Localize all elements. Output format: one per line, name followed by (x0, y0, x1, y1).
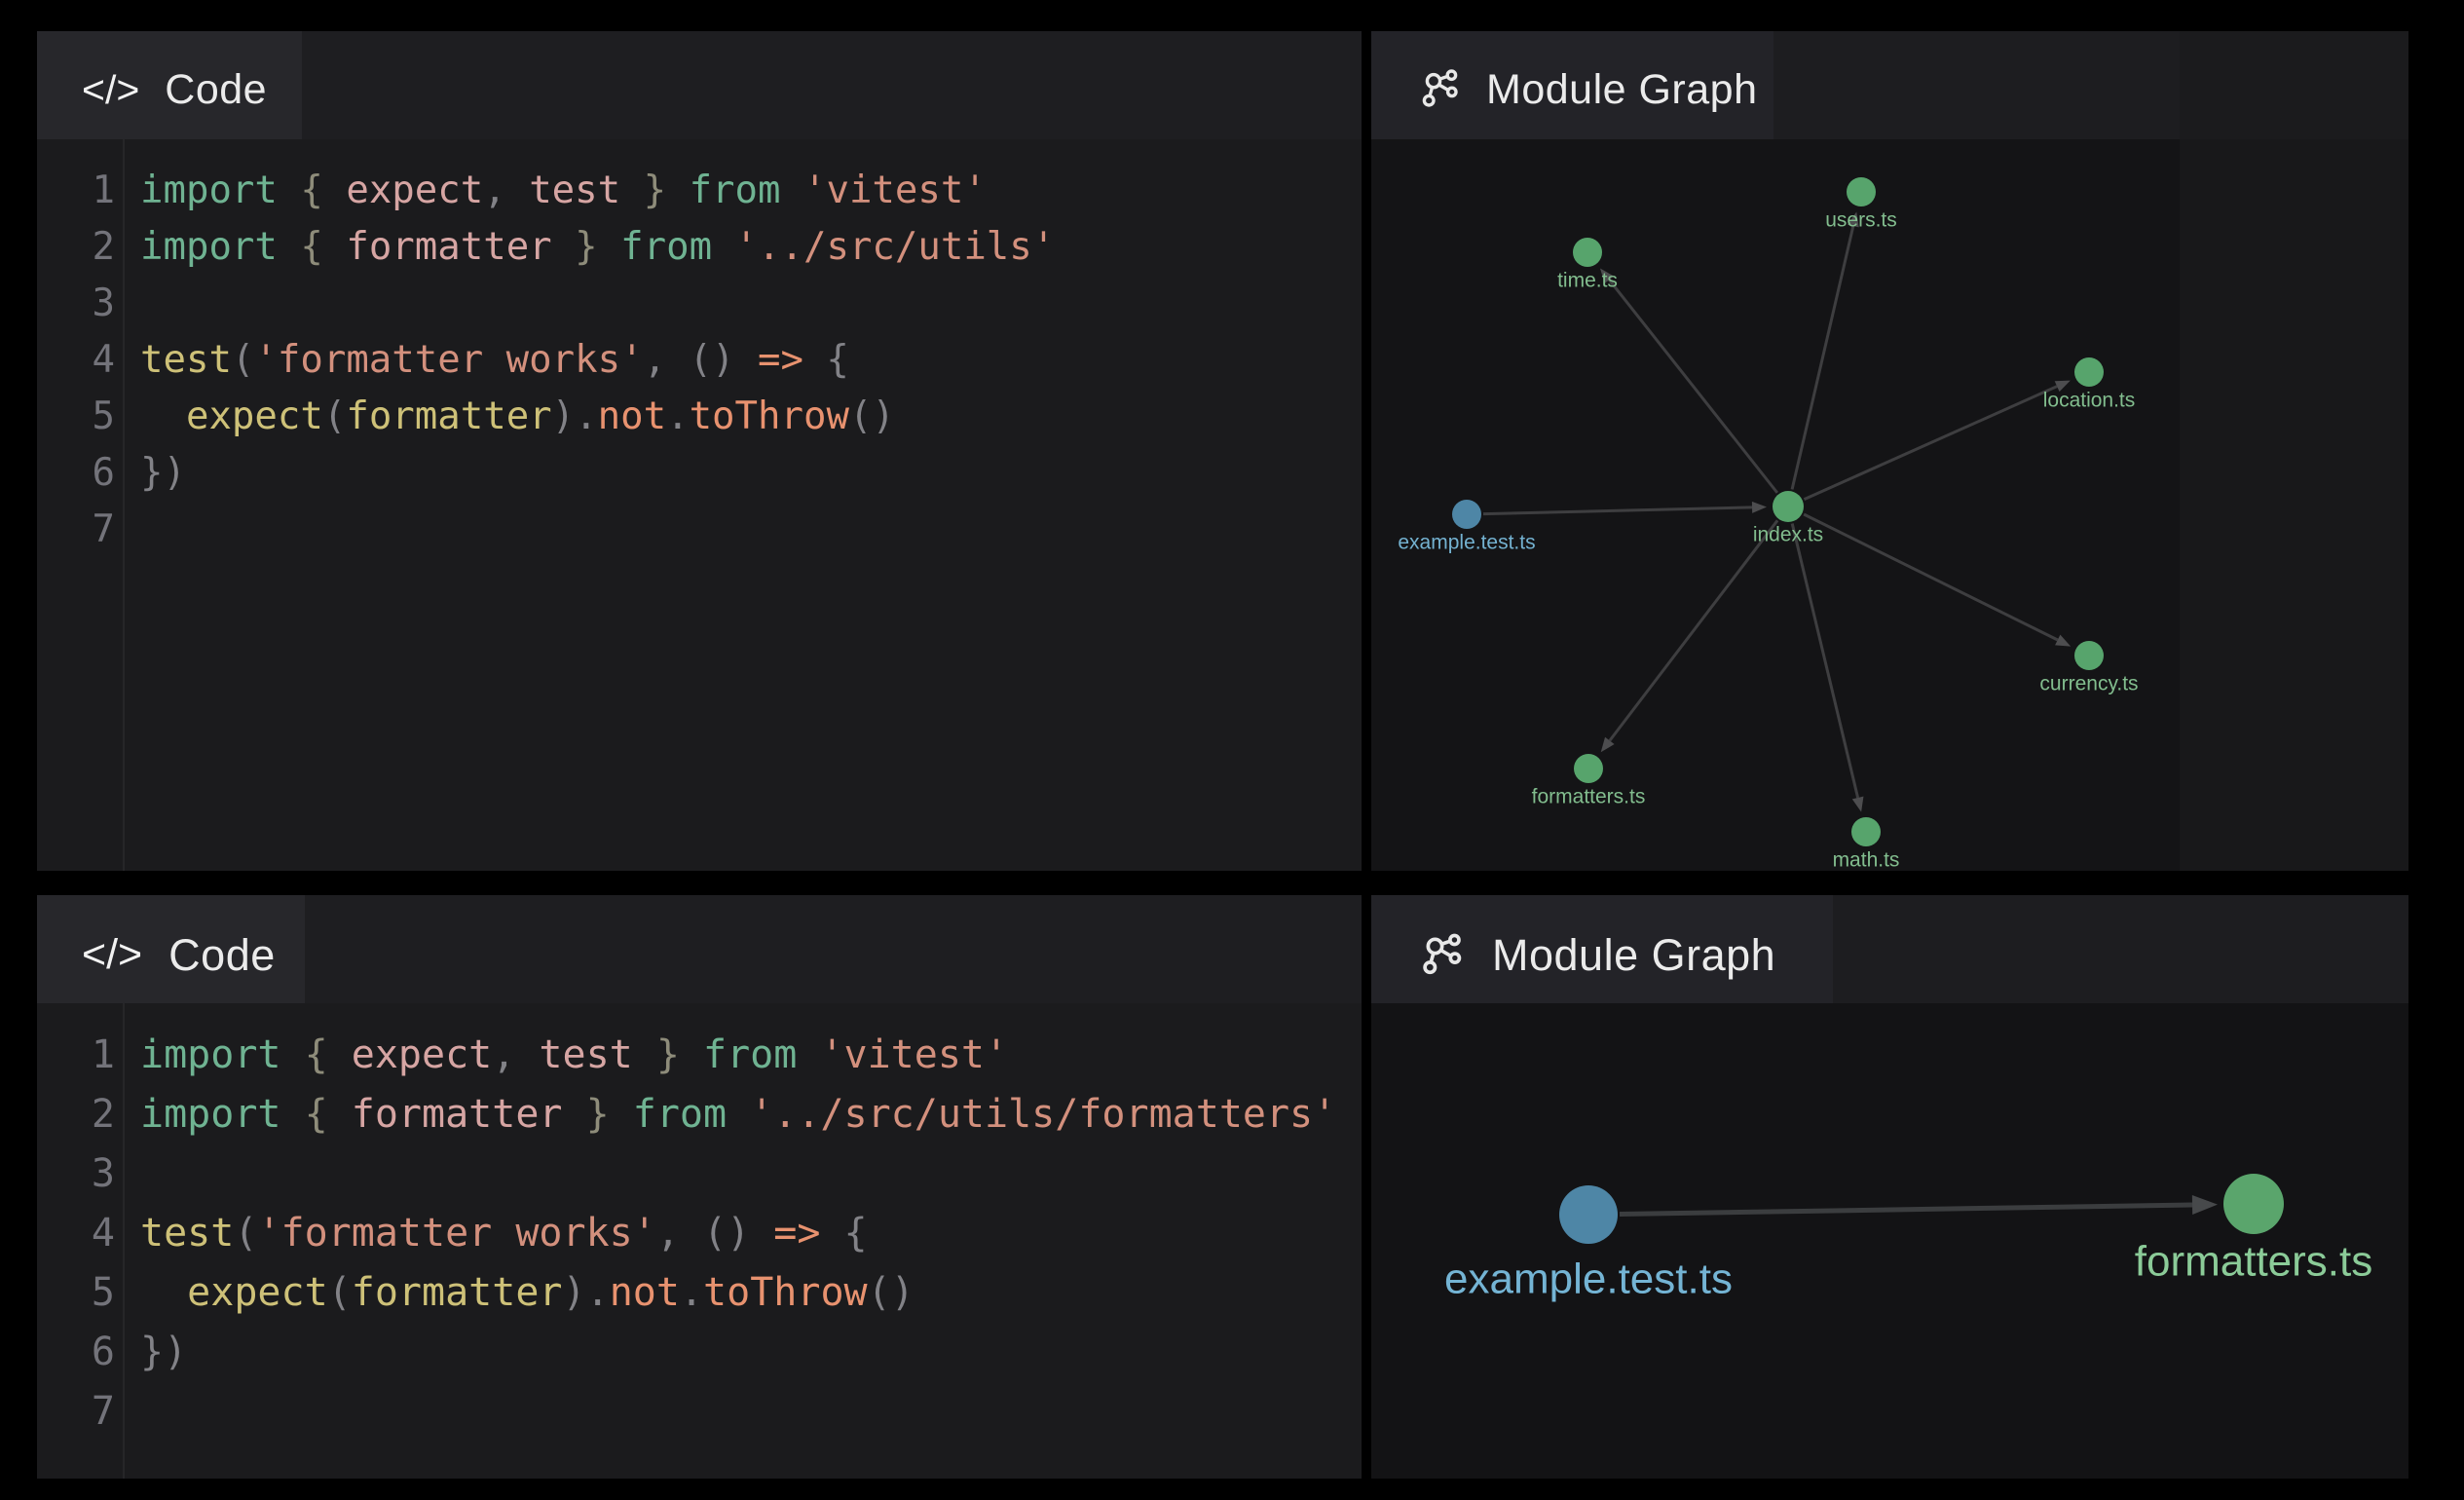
tab-label: Code (165, 66, 267, 114)
graph-node-formatters[interactable] (1574, 754, 1603, 783)
line-number: 1 (37, 1026, 115, 1085)
code-line: 6}) (37, 445, 1362, 502)
tab-code-bottom[interactable]: </> Code (37, 895, 305, 1015)
code-block-top: 1import { expect, test } from 'vitest'2i… (37, 139, 1362, 871)
module-graph-svg-top: users.ts time.ts location.ts index.ts exampl… (1371, 139, 2180, 871)
graph-edge (1610, 520, 1777, 740)
graph-node-math[interactable] (1851, 817, 1881, 846)
graph-node-label-math: math.ts (1833, 849, 1900, 872)
code-line-content: expect(formatter).not.toThrow() (115, 389, 895, 445)
code-line: 1import { expect, test } from 'vitest' (37, 1026, 1362, 1085)
graph-edge (1792, 226, 1853, 489)
line-number: 7 (37, 1382, 115, 1442)
graph-edge-arrowhead (1752, 502, 1767, 513)
code-line-content: }) (115, 1323, 187, 1382)
graph-node-users[interactable] (1847, 177, 1876, 206)
graph-node-time[interactable] (1573, 238, 1602, 267)
graph-node-label-users: users.ts (1825, 209, 1897, 232)
graph-node-example[interactable] (1452, 500, 1481, 529)
code-line-content: import { expect, test } from 'vitest' (115, 163, 987, 219)
line-number: 4 (37, 1204, 115, 1263)
code-line: 4test('formatter works', () => { (37, 332, 1362, 389)
code-line: 3 (37, 276, 1362, 332)
tab-label: Module Graph (1492, 930, 1775, 981)
graph-node-location[interactable] (2074, 357, 2104, 387)
graph-node-label-location: location.ts (2043, 390, 2136, 412)
graph-edge-arrowhead (2055, 635, 2071, 647)
code-line: 2import { formatter } from '../src/utils… (37, 1085, 1362, 1144)
graph-edge (1483, 507, 1752, 514)
graph-node-label-formatters: formatters.ts (2135, 1238, 2373, 1286)
code-block-bottom: 1import { expect, test } from 'vitest'2i… (37, 1003, 1362, 1479)
line-number: 2 (37, 219, 115, 276)
graph-edge (1804, 514, 2058, 640)
code-line: 5 expect(formatter).not.toThrow() (37, 389, 1362, 445)
code-line: 1import { expect, test } from 'vitest' (37, 163, 1362, 219)
graph-node-label-time: time.ts (1557, 270, 1618, 292)
line-number: 4 (37, 332, 115, 389)
graph-edge (1804, 387, 2057, 500)
code-icon: </> (82, 931, 142, 979)
line-number: 2 (37, 1085, 115, 1144)
line-number: 6 (37, 445, 115, 502)
graph-node-label-example: example.test.ts (1444, 1256, 1733, 1303)
code-icon: </> (82, 67, 139, 113)
tab-module-graph-bottom[interactable]: Module Graph (1371, 895, 1833, 1015)
code-line-content (115, 1144, 140, 1204)
tab-code-top[interactable]: </> Code (37, 31, 302, 148)
code-line: 4test('formatter works', () => { (37, 1204, 1362, 1263)
module-graph-icon (1416, 66, 1463, 113)
code-line-content: test('formatter works', () => { (115, 1204, 868, 1263)
code-line: 6}) (37, 1323, 1362, 1382)
line-number: 5 (37, 389, 115, 445)
code-line: 3 (37, 1144, 1362, 1204)
code-line-content: import { formatter } from '../src/utils' (115, 219, 1055, 276)
code-line-content: import { expect, test } from 'vitest' (115, 1026, 1008, 1085)
graph-node-index[interactable] (1773, 491, 1804, 522)
line-number: 7 (37, 502, 115, 558)
line-number: 3 (37, 276, 115, 332)
line-number: 5 (37, 1263, 115, 1323)
graph-node-formatters[interactable] (2223, 1174, 2284, 1234)
graph-edge (1609, 280, 1777, 493)
code-line-content: }) (115, 445, 186, 502)
tab-label: Module Graph (1486, 66, 1758, 114)
tab-module-graph-top[interactable]: Module Graph (1371, 31, 1773, 148)
module-graph-right-filler (2180, 139, 2408, 871)
line-number: 3 (37, 1144, 115, 1204)
page-root: </> Code 1import { expect, test } from '… (0, 0, 2464, 1500)
code-line: 2import { formatter } from '../src/utils… (37, 219, 1362, 276)
code-line: 7 (37, 502, 1362, 558)
graph-panel-header-filler-top (2180, 31, 2408, 139)
code-line-content: import { formatter } from '../src/utils/… (115, 1085, 1336, 1144)
code-line-content: test('formatter works', () => { (115, 332, 849, 389)
graph-node-label-example: example.test.ts (1398, 532, 1535, 554)
graph-edge (1792, 524, 1857, 798)
line-number: 1 (37, 163, 115, 219)
graph-node-label-formatters: formatters.ts (1532, 786, 1646, 808)
code-line-content (115, 502, 140, 558)
line-number: 6 (37, 1323, 115, 1382)
graph-node-label-currency: currency.ts (2039, 673, 2138, 695)
code-line: 7 (37, 1382, 1362, 1442)
graph-edge-arrowhead (2192, 1195, 2218, 1215)
graph-edge (1620, 1205, 2192, 1214)
module-graph-svg-bottom: example.test.ts formatters.ts (1371, 1003, 2408, 1479)
module-graph-icon (1416, 930, 1467, 981)
code-line-content (115, 1382, 140, 1442)
tab-label: Code (168, 930, 276, 981)
graph-edge-arrowhead (1852, 797, 1864, 812)
code-line-content: expect(formatter).not.toThrow() (115, 1263, 915, 1323)
graph-node-currency[interactable] (2074, 641, 2104, 670)
graph-node-label-index: index.ts (1753, 524, 1823, 546)
code-line: 5 expect(formatter).not.toThrow() (37, 1263, 1362, 1323)
code-line-content (115, 276, 140, 332)
graph-node-example[interactable] (1559, 1185, 1618, 1244)
